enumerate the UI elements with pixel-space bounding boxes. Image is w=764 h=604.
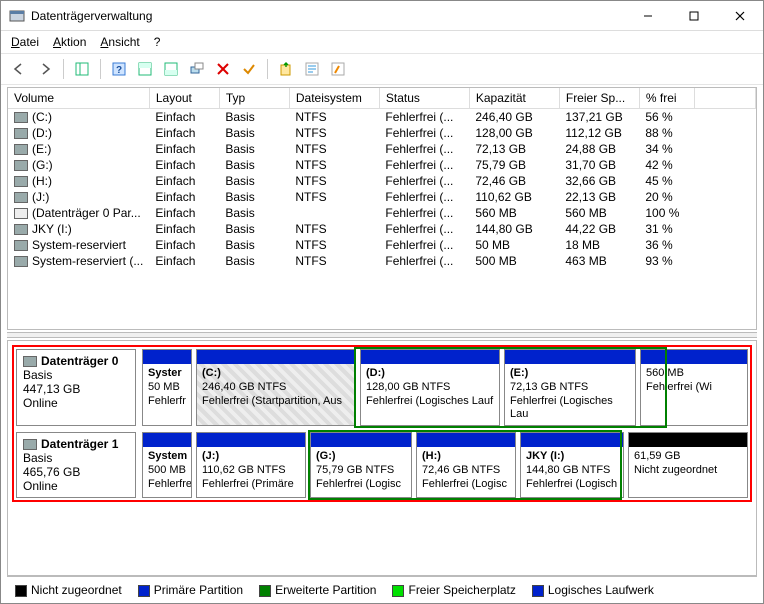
disk-row-1: Datenträger 1 Basis 465,76 GB Online Sys… [16,432,748,498]
partition-d1-i[interactable]: JKY (I:)144,80 GB NTFSFehlerfrei (Logisc… [520,432,624,498]
settings-button[interactable] [185,57,209,81]
disk1-partitions: System500 MBFehlerfre (J:)110,62 GB NTFS… [142,432,748,498]
col-status[interactable]: Status [379,88,469,109]
volume-row[interactable]: (Datenträger 0 Par...EinfachBasisFehlerf… [8,205,756,221]
legend-extended: Erweiterte Partition [259,583,376,597]
svg-text:?: ? [116,65,122,76]
disk-header-0[interactable]: Datenträger 0 Basis 447,13 GB Online [16,349,136,426]
col-free[interactable]: Freier Sp... [559,88,639,109]
disk0-partitions: Syster50 MBFehlerfr (C:)246,40 GB NTFSFe… [142,349,748,426]
delete-button[interactable] [211,57,235,81]
toolbar-separator [63,59,64,79]
close-button[interactable] [717,1,763,31]
maximize-button[interactable] [671,1,717,31]
menu-action[interactable]: Aktion [53,35,86,49]
disk-header-1[interactable]: Datenträger 1 Basis 465,76 GB Online [16,432,136,498]
splitter[interactable] [7,332,757,338]
menu-view[interactable]: Ansicht [100,35,139,49]
col-type[interactable]: Typ [219,88,289,109]
menu-help[interactable]: ? [154,35,161,49]
title-bar: Datenträgerverwaltung [1,1,763,31]
partition-d0-d[interactable]: (D:)128,00 GB NTFSFehlerfrei (Logisches … [360,349,500,426]
app-icon [9,8,25,24]
volume-list[interactable]: Volume Layout Typ Dateisystem Status Kap… [7,87,757,330]
window-title: Datenträgerverwaltung [31,9,625,23]
partition-d0-system[interactable]: Syster50 MBFehlerfr [142,349,192,426]
app-window: Datenträgerverwaltung Datei Aktion Ansic… [0,0,764,604]
refresh-button[interactable] [274,57,298,81]
drive-icon [14,176,28,187]
partition-d1-g[interactable]: (G:)75,79 GB NTFSFehlerfrei (Logisc [310,432,412,498]
partition-d1-j[interactable]: (J:)110,62 GB NTFSFehlerfrei (Primäre [196,432,306,498]
partition-d0-recovery[interactable]: 560 MBFehlerfrei (Wi [640,349,748,426]
col-volume[interactable]: Volume [8,88,149,109]
drive-icon [14,256,28,267]
back-button[interactable] [7,57,31,81]
partition-d1-h[interactable]: (H:)72,46 GB NTFSFehlerfrei (Logisc [416,432,516,498]
disk-icon [23,356,37,367]
disk-icon [23,439,37,450]
col-empty[interactable] [694,88,755,109]
volume-row[interactable]: (H:)EinfachBasisNTFSFehlerfrei (...72,46… [8,173,756,189]
drive-icon [14,240,28,251]
volume-row[interactable]: (G:)EinfachBasisNTFSFehlerfrei (...75,79… [8,157,756,173]
partition-d0-c[interactable]: (C:)246,40 GB NTFSFehlerfrei (Startparti… [196,349,356,426]
legend: Nicht zugeordnet Primäre Partition Erwei… [7,576,757,603]
volume-row[interactable]: (J:)EinfachBasisNTFSFehlerfrei (...110,6… [8,189,756,205]
toolbar: ? [1,53,763,85]
legend-primary: Primäre Partition [138,583,243,597]
toolbar-separator [267,59,268,79]
show-hide-console-tree-button[interactable] [70,57,94,81]
col-filesystem[interactable]: Dateisystem [289,88,379,109]
drive-icon [14,208,28,219]
disk-row-0: Datenträger 0 Basis 447,13 GB Online Sys… [16,349,748,426]
partition-d1-system[interactable]: System500 MBFehlerfre [142,432,192,498]
col-pctfree[interactable]: % frei [639,88,694,109]
col-capacity[interactable]: Kapazität [469,88,559,109]
highlighted-disk-group: Datenträger 0 Basis 447,13 GB Online Sys… [12,345,752,502]
column-header-row: Volume Layout Typ Dateisystem Status Kap… [8,88,756,109]
volume-row[interactable]: System-reserviert (...EinfachBasisNTFSFe… [8,253,756,269]
view-top-button[interactable] [133,57,157,81]
volume-row[interactable]: System-reserviertEinfachBasisNTFSFehlerf… [8,237,756,253]
volume-row[interactable]: (C:)EinfachBasisNTFSFehlerfrei (...246,4… [8,109,756,126]
help-button[interactable]: ? [107,57,131,81]
toolbar-separator [100,59,101,79]
drive-icon [14,224,28,235]
minimize-button[interactable] [625,1,671,31]
partition-d1-unallocated[interactable]: 61,59 GBNicht zugeordnet [628,432,748,498]
properties-button[interactable] [300,57,324,81]
menu-bar: Datei Aktion Ansicht ? [1,31,763,53]
wizard-button[interactable] [326,57,350,81]
apply-button[interactable] [237,57,261,81]
volume-row[interactable]: (D:)EinfachBasisNTFSFehlerfrei (...128,0… [8,125,756,141]
drive-icon [14,112,28,123]
legend-unallocated: Nicht zugeordnet [15,583,122,597]
disk-graphical-view: Datenträger 0 Basis 447,13 GB Online Sys… [7,340,757,576]
drive-icon [14,128,28,139]
col-layout[interactable]: Layout [149,88,219,109]
drive-icon [14,192,28,203]
partition-d0-e[interactable]: (E:)72,13 GB NTFSFehlerfrei (Logisches L… [504,349,636,426]
forward-button[interactable] [33,57,57,81]
view-bottom-button[interactable] [159,57,183,81]
volume-row[interactable]: JKY (I:)EinfachBasisNTFSFehlerfrei (...1… [8,221,756,237]
drive-icon [14,160,28,171]
drive-icon [14,144,28,155]
legend-freespace: Freier Speicherplatz [392,583,515,597]
menu-file[interactable]: Datei [11,35,39,49]
legend-logical: Logisches Laufwerk [532,583,654,597]
content-area: Volume Layout Typ Dateisystem Status Kap… [1,85,763,603]
volume-row[interactable]: (E:)EinfachBasisNTFSFehlerfrei (...72,13… [8,141,756,157]
